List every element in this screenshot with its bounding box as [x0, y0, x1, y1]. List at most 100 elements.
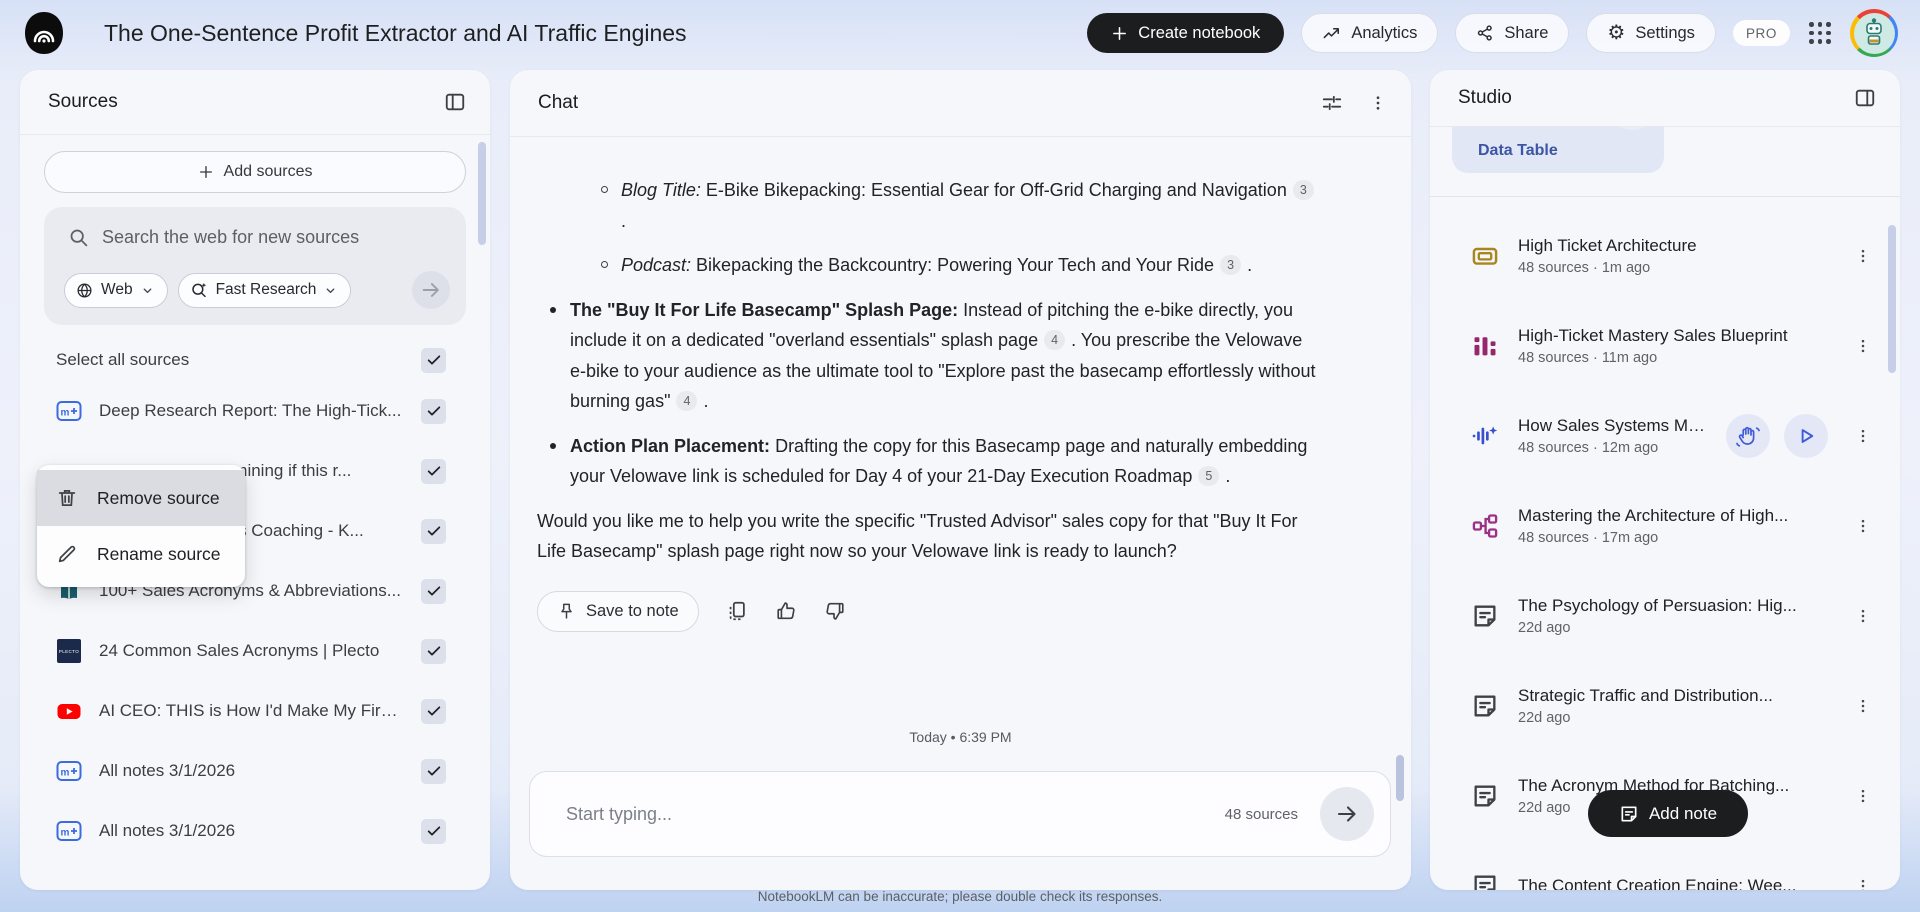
more-options-icon[interactable]	[1846, 787, 1872, 805]
source-title: All notes 3/1/2026	[99, 761, 236, 780]
share-icon	[1476, 24, 1494, 42]
interactive-mode-button[interactable]	[1726, 414, 1770, 458]
pro-badge: PRO	[1732, 20, 1790, 46]
more-options-icon[interactable]	[1846, 697, 1872, 715]
spark-search-icon	[190, 281, 208, 299]
collapse-panel-icon[interactable]	[1854, 87, 1876, 109]
studio-tiles-strip: Data Table	[1430, 127, 1900, 176]
source-row[interactable]: PLECTO 24 Common Sales Acronyms | Plecto	[20, 621, 490, 681]
studio-item-title: High Ticket Architecture	[1518, 236, 1697, 255]
notebook-title[interactable]: The One-Sentence Profit Extractor and AI…	[104, 20, 687, 47]
chat-input-box: Start typing... 48 sources	[529, 771, 1391, 857]
studio-panel: Studio Data Table High Ticket Architectu…	[1430, 70, 1900, 890]
source-checkbox[interactable]	[421, 638, 446, 664]
create-notebook-button[interactable]: Create notebook	[1087, 13, 1285, 53]
text-segment: Bikepacking the Backcountry: Powering Yo…	[691, 255, 1220, 275]
search-input[interactable]: Search the web for new sources	[102, 227, 359, 248]
save-to-note-button[interactable]: Save to note	[537, 590, 699, 632]
select-all-checkbox[interactable]	[421, 347, 446, 373]
rename-source-menu-item[interactable]: Rename source	[37, 526, 245, 582]
studio-item-text: The Psychology of Persuasion: Hig... 22d …	[1518, 596, 1828, 636]
source-checkbox[interactable]	[421, 818, 446, 844]
citation-chip[interactable]: 4	[676, 391, 698, 412]
studio-item-text: Mastering the Architecture of High... 48 …	[1518, 506, 1828, 546]
chat-scrollbar[interactable]	[1396, 755, 1404, 801]
settings-button[interactable]: ⚙ Settings	[1586, 13, 1716, 53]
web-filter-dropdown[interactable]: Web	[64, 272, 168, 308]
thumbs-down-icon[interactable]	[824, 600, 846, 622]
source-checkbox[interactable]	[421, 578, 446, 604]
source-checkbox[interactable]	[421, 758, 446, 784]
more-options-icon[interactable]	[1846, 247, 1872, 265]
chat-input[interactable]: Start typing...	[566, 804, 1225, 825]
source-checkbox[interactable]	[421, 518, 446, 544]
studio-item[interactable]: High-Ticket Mastery Sales Blueprint 48 so…	[1430, 301, 1900, 391]
studio-item-text: Strategic Traffic and Distribution... 22d…	[1518, 686, 1828, 726]
studio-scrollbar[interactable]	[1888, 225, 1896, 373]
chat-header: Chat	[510, 70, 1411, 137]
flashcards-icon	[1470, 241, 1500, 271]
citation-chip[interactable]: 5	[1198, 466, 1220, 487]
studio-item[interactable]: The Psychology of Persuasion: Hig... 22d …	[1430, 571, 1900, 661]
more-options-icon[interactable]	[1846, 337, 1872, 355]
add-note-button[interactable]: Add note	[1588, 790, 1748, 837]
studio-item[interactable]: High Ticket Architecture 48 sources · 1m …	[1430, 211, 1900, 301]
collapse-panel-icon[interactable]	[444, 91, 466, 113]
sources-scrollbar[interactable]	[478, 142, 486, 245]
studio-title: Studio	[1458, 87, 1512, 108]
more-options-icon[interactable]	[1846, 607, 1872, 625]
chat-bullet: Podcast: Bikepacking the Backcountry: Po…	[601, 250, 1316, 281]
bar-chart-icon	[1470, 331, 1500, 361]
copy-icon[interactable]	[726, 600, 748, 622]
studio-item-title: Strategic Traffic and Distribution...	[1518, 686, 1773, 705]
send-button[interactable]	[1320, 787, 1374, 841]
note-icon	[1470, 781, 1500, 811]
robot-avatar-image	[1853, 12, 1895, 54]
studio-item[interactable]: The Content Creation Engine: Wee...	[1430, 841, 1900, 890]
source-row[interactable]: AI CEO: THIS is How I'd Make My First ..…	[20, 681, 490, 741]
studio-item-title: High-Ticket Mastery Sales Blueprint	[1518, 326, 1788, 345]
more-vertical-icon[interactable]	[1369, 94, 1387, 112]
citation-chip[interactable]: 4	[1044, 330, 1066, 351]
studio-item-title: Mastering the Architecture of High...	[1518, 506, 1789, 525]
studio-item-meta: 48 sources · 11m ago	[1518, 350, 1658, 366]
source-row[interactable]: m Deep Research Report: The High-Tick...	[20, 381, 490, 441]
youtube-icon	[56, 698, 82, 724]
thumbs-up-icon[interactable]	[775, 600, 797, 622]
play-button[interactable]	[1784, 414, 1828, 458]
studio-item-meta: 22d ago	[1518, 710, 1571, 726]
submit-search-button[interactable]	[412, 271, 450, 309]
avatar[interactable]	[1850, 9, 1898, 57]
tune-icon[interactable]	[1321, 92, 1343, 114]
data-table-tile[interactable]: Data Table	[1452, 127, 1664, 173]
google-apps-grid-icon[interactable]	[1807, 20, 1833, 46]
gear-icon: ⚙	[1607, 22, 1626, 44]
citation-chip[interactable]: 3	[1292, 180, 1314, 201]
more-options-icon[interactable]	[1846, 427, 1872, 445]
source-checkbox[interactable]	[421, 398, 446, 424]
analytics-button[interactable]: Analytics	[1301, 13, 1439, 53]
source-row[interactable]: m All notes 3/1/2026	[20, 741, 490, 801]
source-row[interactable]: m All notes 3/1/2026	[20, 801, 490, 861]
studio-item[interactable]: Mastering the Architecture of High... 48 …	[1430, 481, 1900, 571]
studio-item-title: How Sales Systems Map...	[1518, 416, 1712, 435]
source-checkbox[interactable]	[421, 698, 446, 724]
select-all-label: Select all sources	[56, 350, 190, 369]
studio-item[interactable]: How Sales Systems Map... 48 sources · 12m…	[1430, 391, 1900, 481]
studio-item[interactable]: Strategic Traffic and Distribution... 22d…	[1430, 661, 1900, 751]
share-button[interactable]: Share	[1455, 13, 1570, 53]
more-options-icon[interactable]	[1846, 517, 1872, 535]
sources-panel: Sources Add sources Search the web for n…	[20, 70, 490, 890]
notebook-source-icon: m	[56, 398, 82, 424]
chevron-down-icon	[324, 284, 337, 297]
bullet-text: Podcast: Bikepacking the Backcountry: Po…	[621, 250, 1252, 281]
source-checkbox[interactable]	[421, 458, 446, 484]
research-mode-dropdown[interactable]: Fast Research	[177, 272, 352, 308]
studio-item-title: The Psychology of Persuasion: Hig...	[1518, 596, 1797, 615]
remove-source-menu-item[interactable]: Remove source	[37, 470, 245, 526]
edit-icon[interactable]	[1607, 127, 1659, 130]
add-sources-button[interactable]: Add sources	[44, 151, 466, 193]
notebook-source-icon: m	[56, 758, 82, 784]
notebooklm-logo-icon[interactable]	[24, 11, 64, 55]
citation-chip[interactable]: 3	[1220, 255, 1242, 276]
